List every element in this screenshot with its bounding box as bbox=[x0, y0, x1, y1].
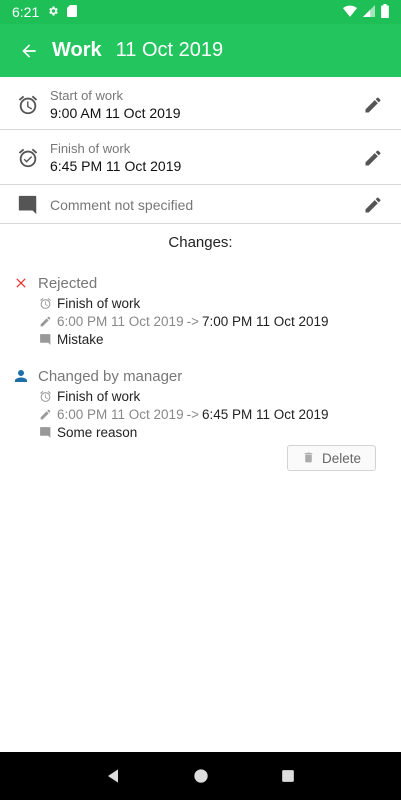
page-title: Work bbox=[52, 39, 102, 61]
rejected-x-icon bbox=[10, 272, 32, 294]
settings-icon bbox=[47, 4, 59, 20]
change-field: Finish of work bbox=[57, 388, 141, 404]
system-nav-bar bbox=[0, 752, 401, 800]
status-time: 6:21 bbox=[12, 4, 40, 20]
nav-home-icon[interactable] bbox=[189, 764, 213, 788]
person-icon bbox=[10, 365, 32, 387]
change-entry-manager: Changed by manager Finish of work 6:00 P… bbox=[10, 365, 390, 441]
pencil-icon bbox=[38, 314, 52, 328]
page-date: 11 Oct 2019 bbox=[115, 39, 224, 61]
comment-icon bbox=[38, 332, 52, 346]
delete-button-label: Delete bbox=[321, 450, 362, 466]
finish-of-work-value: 6:45 PM 11 Oct 2019 bbox=[50, 158, 182, 174]
comment-icon bbox=[16, 193, 40, 217]
change-entry-rejected: Rejected Finish of work 6:00 PM 11 Oct 2… bbox=[10, 272, 390, 348]
signal-icon bbox=[363, 4, 375, 20]
battery-icon bbox=[381, 3, 389, 21]
alarm-clock-icon bbox=[16, 93, 40, 117]
finish-of-work-row: Finish of work 6:45 PM 11 Oct 2019 bbox=[0, 131, 401, 185]
start-of-work-row: Start of work 9:00 AM 11 Oct 2019 bbox=[0, 80, 401, 130]
sd-card-icon bbox=[67, 4, 78, 20]
alarm-clock-icon bbox=[38, 296, 52, 310]
alarm-clock-icon bbox=[38, 389, 52, 403]
delete-button[interactable]: Delete bbox=[287, 445, 376, 471]
alarm-check-icon bbox=[16, 146, 40, 170]
changes-heading: Changes: bbox=[168, 234, 233, 251]
comment-icon bbox=[38, 425, 52, 439]
start-of-work-label: Start of work bbox=[50, 88, 123, 103]
change-old-value: 6:00 PM 11 Oct 2019 bbox=[57, 313, 184, 329]
finish-of-work-label: Finish of work bbox=[50, 141, 131, 156]
app-bar: Work 11 Oct 2019 bbox=[0, 24, 401, 77]
change-arrow: -> bbox=[186, 406, 199, 422]
comment-row: Comment not specified bbox=[0, 186, 401, 224]
change-arrow: -> bbox=[186, 313, 199, 329]
edit-finish-pencil-icon[interactable] bbox=[361, 146, 385, 170]
back-arrow-icon[interactable] bbox=[16, 38, 42, 64]
change-title: Rejected bbox=[38, 274, 98, 292]
change-old-value: 6:00 PM 11 Oct 2019 bbox=[57, 406, 184, 422]
change-title: Changed by manager bbox=[38, 367, 183, 385]
trash-icon bbox=[302, 451, 316, 465]
change-new-value: 7:00 PM 11 Oct 2019 bbox=[201, 313, 329, 329]
edit-comment-pencil-icon[interactable] bbox=[361, 193, 385, 217]
change-note: Some reason bbox=[57, 424, 138, 440]
change-field: Finish of work bbox=[57, 295, 141, 311]
pencil-icon bbox=[38, 407, 52, 421]
comment-text: Comment not specified bbox=[50, 196, 194, 213]
edit-start-pencil-icon[interactable] bbox=[361, 93, 385, 117]
change-new-value: 6:45 PM 11 Oct 2019 bbox=[201, 406, 329, 422]
change-note: Mistake bbox=[57, 331, 104, 347]
wifi-icon bbox=[343, 4, 357, 20]
nav-back-icon[interactable] bbox=[102, 764, 126, 788]
start-of-work-value: 9:00 AM 11 Oct 2019 bbox=[50, 105, 181, 121]
status-bar: 6:21 bbox=[0, 0, 401, 24]
nav-recents-icon[interactable] bbox=[276, 764, 300, 788]
